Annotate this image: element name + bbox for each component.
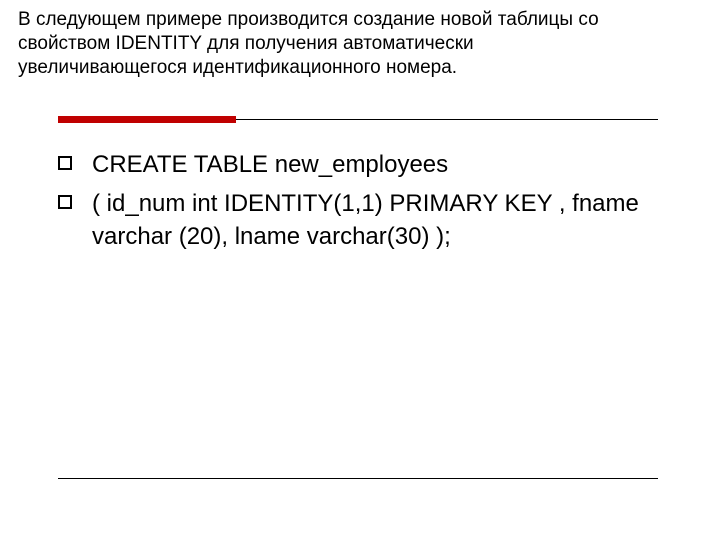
content-area: CREATE TABLE new_employees ( id_num int … (58, 148, 658, 259)
list-item-text: CREATE TABLE new_employees (92, 148, 448, 181)
list-item: ( id_num int IDENTITY(1,1) PRIMARY KEY ,… (58, 187, 658, 253)
bottom-divider (58, 478, 658, 479)
title-underline-accent (58, 116, 236, 123)
slide: В следующем примере производится создани… (0, 0, 720, 540)
square-bullet-icon (58, 156, 72, 170)
list-item: CREATE TABLE new_employees (58, 148, 658, 181)
slide-title: В следующем примере производится создани… (18, 8, 638, 79)
title-underline (58, 116, 658, 126)
list-item-text: ( id_num int IDENTITY(1,1) PRIMARY KEY ,… (92, 187, 658, 253)
square-bullet-icon (58, 195, 72, 209)
